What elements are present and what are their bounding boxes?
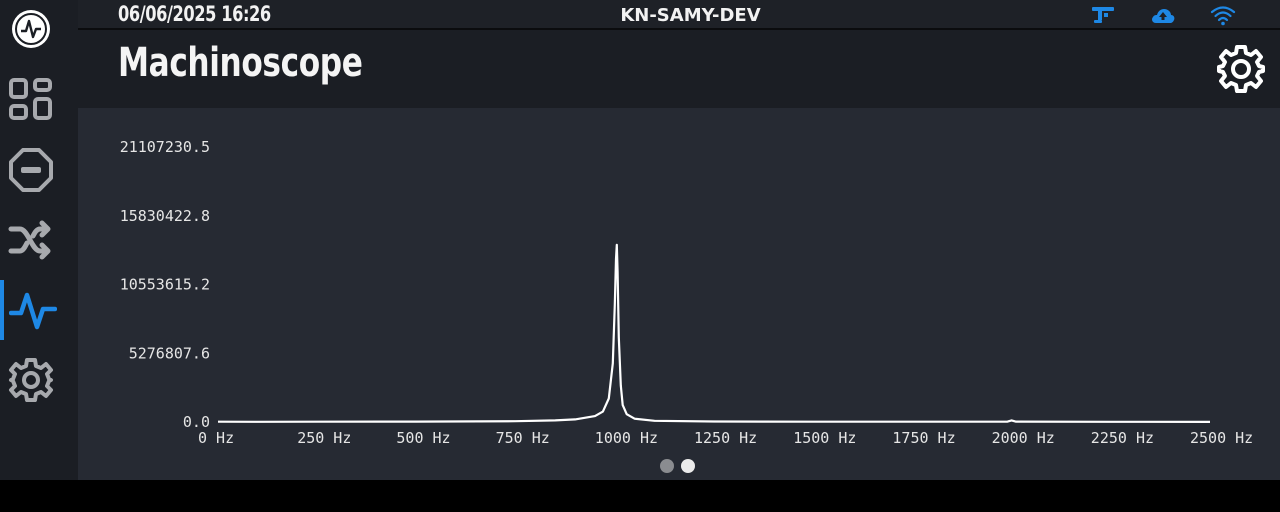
x-tick-label: 1000 Hz — [595, 429, 658, 447]
cloud-upload-icon[interactable] — [1150, 4, 1176, 26]
status-bar: 06/06/2025 16:26 KN-SAMY-DEV — [78, 0, 1280, 30]
shuffle-icon — [8, 220, 51, 260]
wifi-icon[interactable] — [1210, 4, 1236, 26]
page-dot-2[interactable] — [681, 459, 695, 473]
x-tick-label: 250 Hz — [297, 429, 351, 447]
x-tick-label: 500 Hz — [396, 429, 450, 447]
x-tick-label: 1500 Hz — [793, 429, 856, 447]
x-tick-label: 0 Hz — [198, 429, 234, 447]
y-tick-label: 21107230.5 — [120, 138, 210, 156]
spectrum-chart: 0.05276807.610553615.215830422.821107230… — [120, 138, 1254, 447]
gear-icon — [9, 358, 53, 402]
series-line — [217, 243, 1211, 423]
y-tick-label: 10553615.2 — [120, 276, 210, 294]
x-tick-label: 750 Hz — [496, 429, 550, 447]
page-title: Machinoscope — [118, 40, 363, 86]
x-tick-label: 2000 Hz — [992, 429, 1055, 447]
y-tick-label: 15830422.8 — [120, 207, 210, 225]
sidebar-item-dashboard[interactable] — [0, 70, 62, 130]
page-dot-1[interactable] — [660, 459, 674, 473]
app-screen: 06/06/2025 16:26 KN-SAMY-DEV Machinoscop… — [0, 0, 1280, 480]
x-tick-label: 1250 Hz — [694, 429, 757, 447]
pulse-icon — [9, 292, 57, 330]
app-logo-icon[interactable] — [10, 8, 52, 50]
sidebar-item-machinoscope[interactable] — [0, 280, 62, 340]
settings-gear-icon[interactable] — [1216, 44, 1266, 94]
x-tick-label: 2500 Hz — [1190, 429, 1253, 447]
spectrum-chart-area: 0.0 5276807.6 10553615.2 15830422.8 21107230… — [78, 108, 1280, 480]
sidebar — [0, 0, 78, 480]
page-header: Machinoscope — [78, 30, 1280, 108]
y-tick-label: 5276807.6 — [129, 344, 210, 362]
sidebar-item-shuffle[interactable] — [0, 210, 62, 270]
network-usage-icon[interactable] — [1090, 4, 1116, 26]
x-tick-label: 2250 Hz — [1091, 429, 1154, 447]
stop-octagon-icon — [9, 148, 53, 192]
grid-icon — [9, 78, 52, 120]
sidebar-item-stop[interactable] — [0, 140, 62, 200]
x-tick-label: 1750 Hz — [892, 429, 955, 447]
page-indicator — [660, 459, 695, 473]
sidebar-item-settings[interactable] — [0, 350, 62, 410]
